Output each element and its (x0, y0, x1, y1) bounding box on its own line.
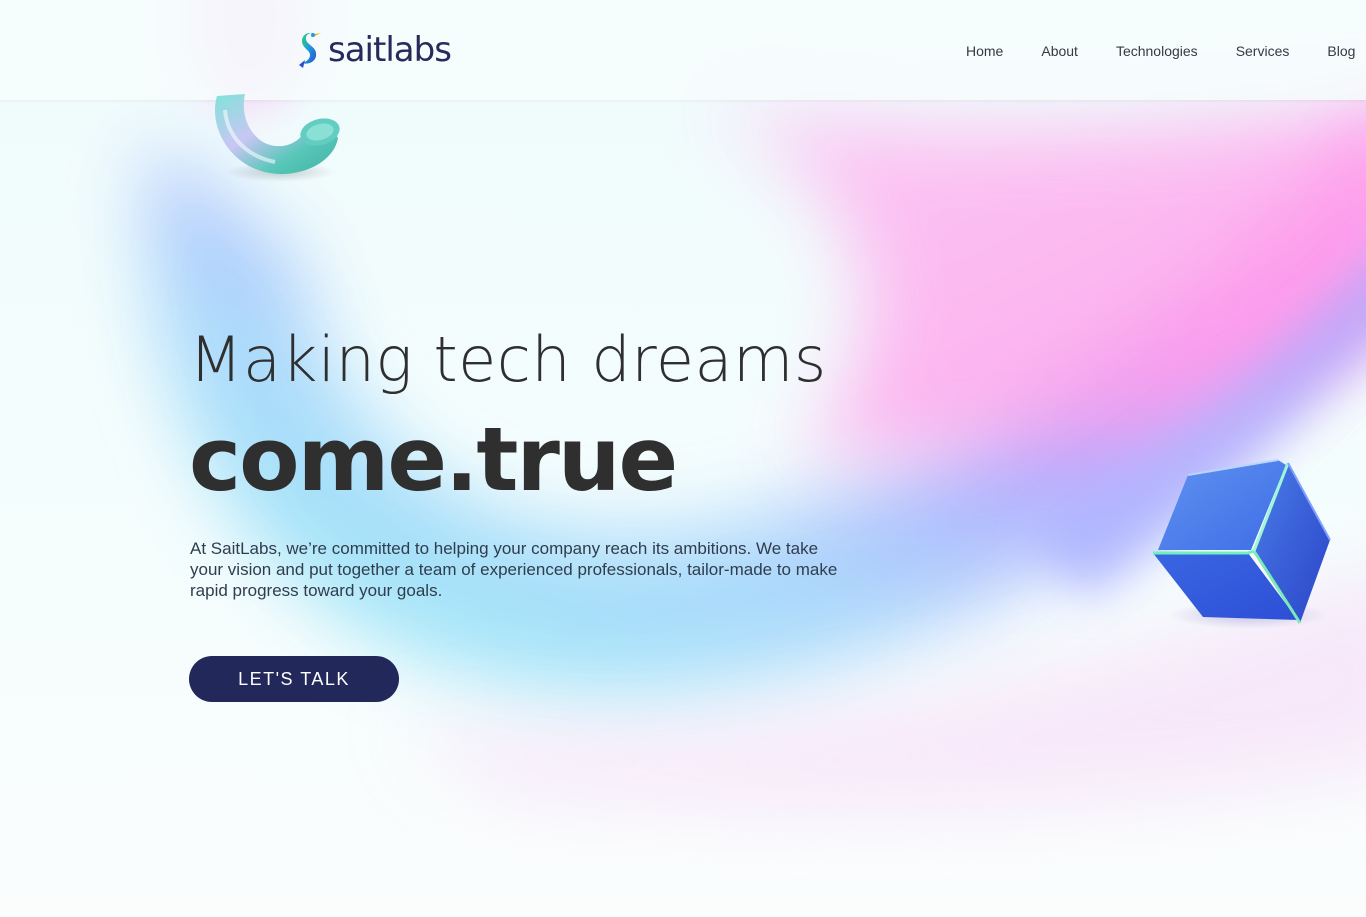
nav-about[interactable]: About (1041, 42, 1078, 60)
landing-page: saitlabs Home About Technologies Service… (0, 0, 1366, 917)
hero-title-line1: Making tech dreams (189, 323, 827, 396)
nav-home[interactable]: Home (966, 42, 1003, 60)
3d-cube-icon (1153, 459, 1331, 629)
hero-title-line2: come.true (189, 408, 678, 511)
nav-technologies[interactable]: Technologies (1116, 42, 1198, 60)
hero-description: At SaitLabs, we’re committed to helping … (190, 539, 838, 600)
site-header: saitlabs Home About Technologies Service… (0, 0, 1366, 100)
nav-blog[interactable]: Blog (1327, 42, 1355, 60)
hero-heading: Making tech dreams come.true (189, 320, 889, 510)
nav-services[interactable]: Services (1236, 42, 1290, 60)
brand-name: saitlabs (328, 30, 452, 70)
lets-talk-button[interactable]: LET'S TALK (189, 656, 399, 702)
heron-logo-icon (299, 32, 321, 68)
logo-link[interactable]: saitlabs (295, 28, 452, 72)
3d-ring-icon (214, 94, 340, 182)
main-nav: Home About Technologies Services Blog (966, 42, 1366, 60)
